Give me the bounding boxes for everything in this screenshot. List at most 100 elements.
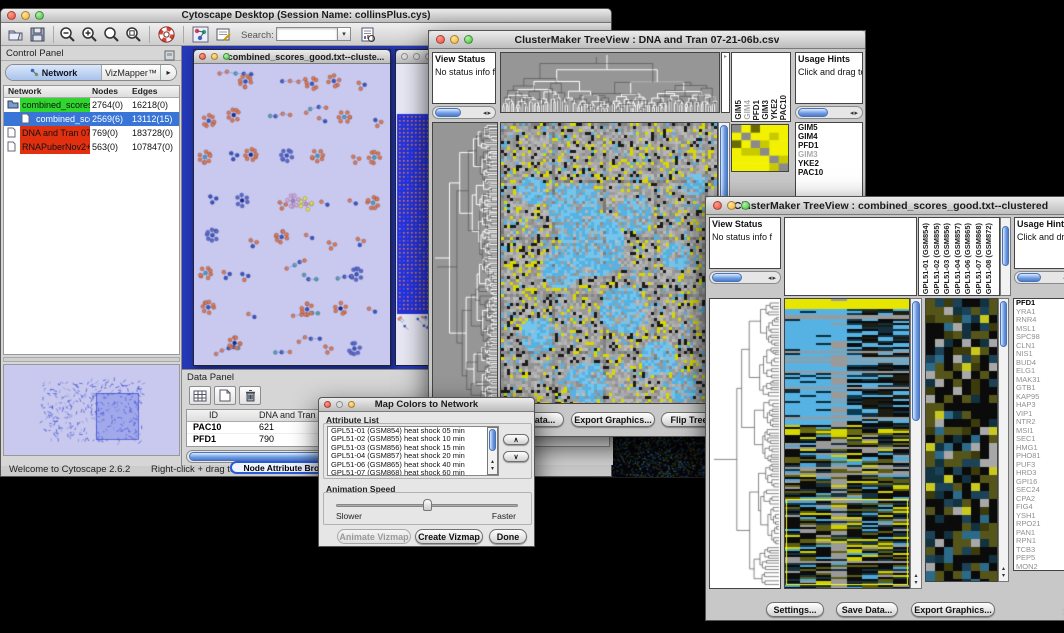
animate-vizmap-button[interactable]: Animate Vizmap — [337, 529, 411, 544]
zoom-out-icon[interactable] — [59, 26, 76, 48]
network-list-row[interactable]: combined_sco2569(6)13112(15) — [4, 112, 179, 126]
treeview1-column-labels[interactable]: GIM5GIM4PFD1GIM3YKE2PAC10 — [731, 52, 791, 122]
treeview2-row-labels[interactable]: PFD1YRA1RNR4MSL1SPC98CLN1NIS1BUD4ELG1MAK… — [1013, 298, 1064, 571]
row-id[interactable]: PAC10 — [193, 422, 221, 432]
create-vizmap-button[interactable]: Create Vizmap — [415, 529, 483, 544]
close-button[interactable] — [7, 11, 16, 20]
network-report-icon[interactable] — [359, 26, 376, 48]
dialog-titlebar[interactable]: Map Colors to Network — [319, 398, 534, 412]
minimize-button[interactable] — [336, 401, 343, 408]
speed-slider-thumb[interactable] — [423, 499, 432, 511]
close-button[interactable] — [324, 401, 331, 408]
export-graphics-button[interactable]: Export Graphics... — [571, 412, 655, 427]
main-titlebar[interactable]: Cytoscape Desktop (Session Name: collins… — [1, 9, 611, 23]
col-edges[interactable]: Edges — [132, 86, 158, 96]
move-attribute-down-button[interactable]: ∨ — [503, 451, 529, 462]
done-button[interactable]: Done — [489, 529, 527, 544]
row-value[interactable]: 621 — [259, 422, 274, 432]
close-button[interactable] — [199, 53, 206, 60]
panel-splitter[interactable] — [3, 357, 180, 362]
zoom-button[interactable] — [223, 53, 230, 60]
col-nodes[interactable]: Nodes — [92, 86, 118, 96]
nodes-count: 2569(6) — [92, 112, 123, 126]
close-button[interactable] — [436, 35, 445, 44]
minimize-button[interactable] — [413, 53, 420, 60]
minimize-button[interactable] — [21, 11, 30, 20]
column-label: GIM4 — [743, 100, 752, 120]
delete-attribute-button[interactable] — [239, 386, 261, 405]
faster-label: Faster — [492, 511, 516, 521]
network-table: Network Nodes Edges combined_scores2764(… — [3, 85, 180, 355]
zoom-button[interactable] — [348, 401, 355, 408]
treeview2-top-dendrogram-area[interactable] — [784, 217, 917, 296]
treeview1-left-dendrogram[interactable] — [432, 122, 498, 404]
zoom-in-icon[interactable] — [81, 26, 98, 48]
treeview2-left-dendrogram[interactable] — [709, 298, 781, 589]
network-list-row[interactable]: combined_scores2764(0)16218(0) — [4, 98, 179, 112]
treeview1-heatmap[interactable] — [500, 122, 718, 404]
row-label: GIM3 — [796, 150, 862, 159]
move-attribute-up-button[interactable]: ∧ — [503, 434, 529, 445]
settings-button[interactable]: Settings... — [766, 602, 824, 617]
zoom-fit-icon[interactable] — [103, 26, 120, 48]
close-button[interactable] — [713, 201, 722, 210]
zoom-button[interactable] — [741, 201, 750, 210]
save-data-button[interactable]: Save Data... — [836, 602, 898, 617]
doc-icon — [7, 141, 16, 154]
attribute-list-item[interactable]: GPL51-07 (GSM868) heat shock 60 min — [329, 469, 485, 476]
new-attribute-button[interactable] — [214, 386, 236, 405]
treeview1-view-status: View Status No status info for — [432, 52, 496, 104]
zoom-button[interactable] — [464, 35, 473, 44]
tab-network[interactable]: Network — [6, 65, 102, 80]
search-input[interactable] — [276, 27, 338, 41]
treeview1-titlebar[interactable]: ClusterMaker TreeView : DNA and Tran 07-… — [429, 31, 865, 49]
treeview2-heatmap[interactable] — [784, 298, 910, 589]
treeview1-mini-heatmap[interactable] — [731, 124, 789, 172]
data-panel-title: Data Panel — [187, 372, 234, 383]
col-id[interactable]: ID — [209, 410, 218, 420]
treeview2-zoom-heatmap[interactable] — [925, 298, 998, 582]
treeview1-top-dendrogram[interactable] — [500, 52, 720, 113]
export-graphics-button[interactable]: Export Graphics... — [911, 602, 995, 617]
treeview2-hints-hscrollbar[interactable]: ◂▸ — [1014, 271, 1064, 284]
nodes-count: 769(0) — [92, 126, 118, 140]
open-session-icon[interactable] — [7, 26, 24, 48]
network-canvas[interactable] — [194, 64, 390, 365]
annotation-icon[interactable] — [215, 26, 232, 48]
edges-count: 16218(0) — [132, 98, 168, 112]
minimize-button[interactable] — [450, 35, 459, 44]
close-button[interactable] — [401, 53, 408, 60]
treeview2-column-labels[interactable]: GPL51-01 (GSM854)GPL51-02 (GSM855)GPL51-… — [918, 217, 1000, 296]
attribute-select-button[interactable] — [189, 386, 211, 405]
row-label: PFD1 — [796, 141, 862, 150]
edges-count: 183728(0) — [132, 126, 173, 140]
treeview1-hints-hscrollbar[interactable]: ◂▸ — [795, 106, 863, 119]
treeview2-collabel-vscrollbar[interactable] — [1000, 217, 1011, 296]
vizmapper-icon[interactable] — [192, 26, 209, 48]
zoom-selected-icon[interactable] — [125, 26, 142, 48]
network-list-row[interactable]: DNA and Tran 07769(0)183728(0) — [4, 126, 179, 140]
treeview2-titlebar[interactable]: ClusterMaker TreeView : combined_scores_… — [706, 197, 1064, 215]
network-overview-panel[interactable] — [3, 364, 180, 456]
row-value[interactable]: 790 — [259, 434, 274, 444]
treeview1-status-hscrollbar[interactable]: ◂▸ — [432, 106, 496, 119]
zoom-button[interactable] — [35, 11, 44, 20]
network-view-titlebar[interactable]: combined_scores_good.txt--cluste... — [194, 50, 390, 64]
edges-count: 13112(15) — [132, 112, 172, 126]
tab-vizmapper[interactable]: VizMapper™ — [102, 65, 161, 80]
minimize-button[interactable] — [211, 53, 218, 60]
network-list-row[interactable]: RNAPuberNov2+563(0)107847(0) — [4, 140, 179, 154]
help-lifesaver-icon[interactable] — [158, 26, 175, 48]
search-dropdown-arrow[interactable]: ▾ — [338, 27, 351, 41]
save-session-icon[interactable] — [29, 26, 46, 48]
minimize-button[interactable] — [727, 201, 736, 210]
treeview2-zoom-vscrollbar[interactable]: ▴▾ — [998, 298, 1009, 582]
treeview2-vscrollbar[interactable]: ▴▾ — [910, 298, 922, 589]
tabs-overflow-arrow[interactable]: ▸ — [161, 65, 176, 80]
network-overview-canvas[interactable] — [4, 365, 179, 455]
col-network[interactable]: Network — [8, 86, 42, 96]
attribute-listbox[interactable]: GPL51-01 (GSM854) heat shock 05 minGPL51… — [327, 426, 499, 476]
attribute-list-vscrollbar[interactable]: ▴▾ — [487, 427, 498, 475]
treeview2-status-hscrollbar[interactable]: ◂▸ — [709, 271, 781, 284]
row-id[interactable]: PFD1 — [193, 434, 216, 444]
